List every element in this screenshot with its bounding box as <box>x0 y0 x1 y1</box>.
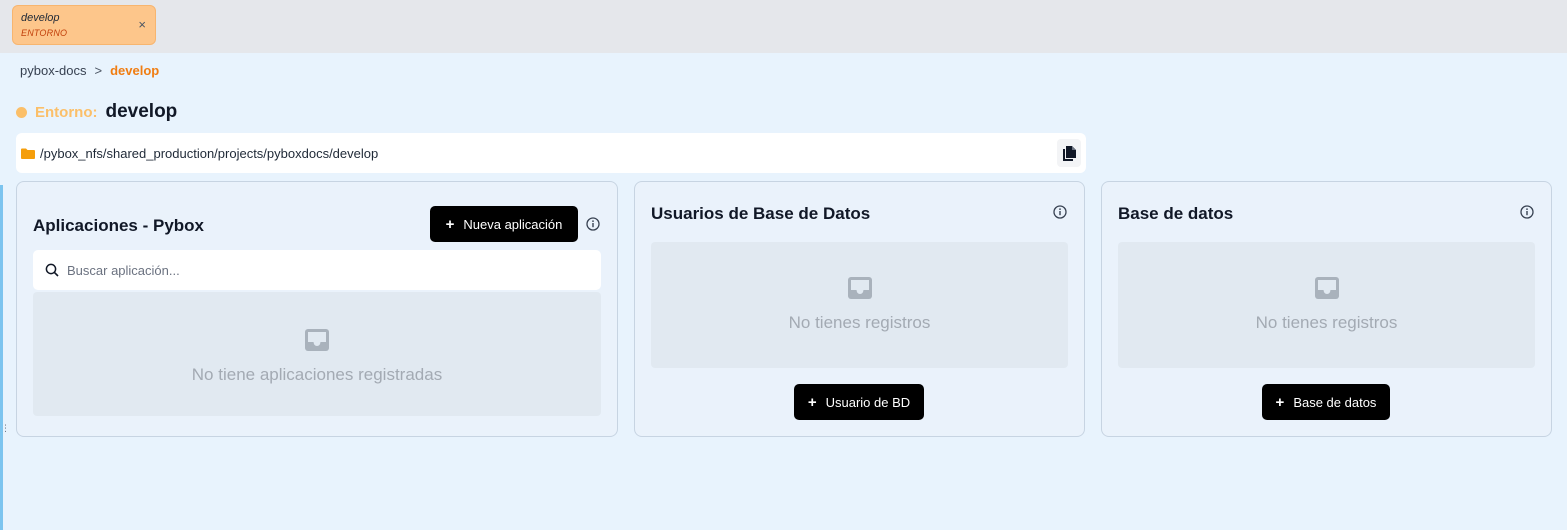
add-db-user-label: Usuario de BD <box>825 394 911 410</box>
databases-card-title: Base de datos <box>1118 204 1234 223</box>
breadcrumb-current: develop <box>110 63 160 78</box>
close-icon[interactable]: × <box>138 17 146 32</box>
search-application-input[interactable] <box>67 262 567 278</box>
applications-empty-message: No tiene aplicaciones registradas <box>191 365 443 384</box>
db-users-empty-message: No tienes registros <box>788 313 931 332</box>
left-rail <box>0 185 3 530</box>
copy-path-button[interactable] <box>1057 139 1081 167</box>
db-users-card: Usuarios de Base de Datos No tienes regi… <box>634 181 1085 437</box>
top-tab-bar: develop ENTORNO × <box>0 0 1567 53</box>
db-users-card-title: Usuarios de Base de Datos <box>651 204 871 223</box>
plus-icon: + <box>1275 393 1285 411</box>
info-icon[interactable] <box>1053 205 1067 219</box>
environment-label: Entorno: <box>35 103 98 121</box>
new-application-button[interactable]: + Nueva aplicación <box>430 206 578 242</box>
new-application-label: Nueva aplicación <box>463 216 563 232</box>
status-dot-icon <box>16 106 27 118</box>
breadcrumb-project[interactable]: pybox-docs <box>20 63 86 78</box>
applications-card: Aplicaciones - Pybox + Nueva aplicación … <box>16 181 618 437</box>
inbox-icon <box>1314 277 1339 299</box>
add-database-button[interactable]: + Base de datos <box>1262 384 1390 420</box>
plus-icon: + <box>807 393 817 411</box>
search-icon <box>45 263 59 277</box>
applications-card-title: Aplicaciones - Pybox <box>33 216 204 235</box>
plus-icon: + <box>445 215 455 233</box>
environment-tab[interactable]: develop ENTORNO × <box>12 5 156 45</box>
databases-empty-state: No tienes registros <box>1118 242 1535 368</box>
applications-empty-state: No tiene aplicaciones registradas <box>33 292 601 416</box>
path-text: /pybox_nfs/shared_production/projects/py… <box>40 145 379 161</box>
add-db-user-button[interactable]: + Usuario de BD <box>794 384 924 420</box>
search-bar <box>33 250 601 290</box>
path-bar: /pybox_nfs/shared_production/projects/py… <box>16 133 1086 173</box>
db-users-empty-state: No tienes registros <box>651 242 1068 368</box>
environment-value: develop <box>105 101 178 122</box>
environment-heading: Entorno: develop <box>16 101 177 123</box>
environment-tab-kind: ENTORNO <box>21 28 68 38</box>
databases-card: Base de datos No tienes registros + Base… <box>1101 181 1552 437</box>
copy-icon <box>1062 145 1076 161</box>
add-database-label: Base de datos <box>1293 394 1377 410</box>
inbox-icon <box>847 277 872 299</box>
info-icon[interactable] <box>1520 205 1534 219</box>
breadcrumb-separator: > <box>94 63 103 78</box>
info-icon[interactable] <box>586 217 600 231</box>
databases-empty-message: No tienes registros <box>1255 313 1398 332</box>
inbox-icon <box>305 329 329 351</box>
resize-handle-icon[interactable]: ⋮ <box>1 424 10 433</box>
folder-icon <box>21 148 35 159</box>
breadcrumb: pybox-docs > develop <box>20 63 159 78</box>
environment-tab-name: develop <box>21 12 60 24</box>
